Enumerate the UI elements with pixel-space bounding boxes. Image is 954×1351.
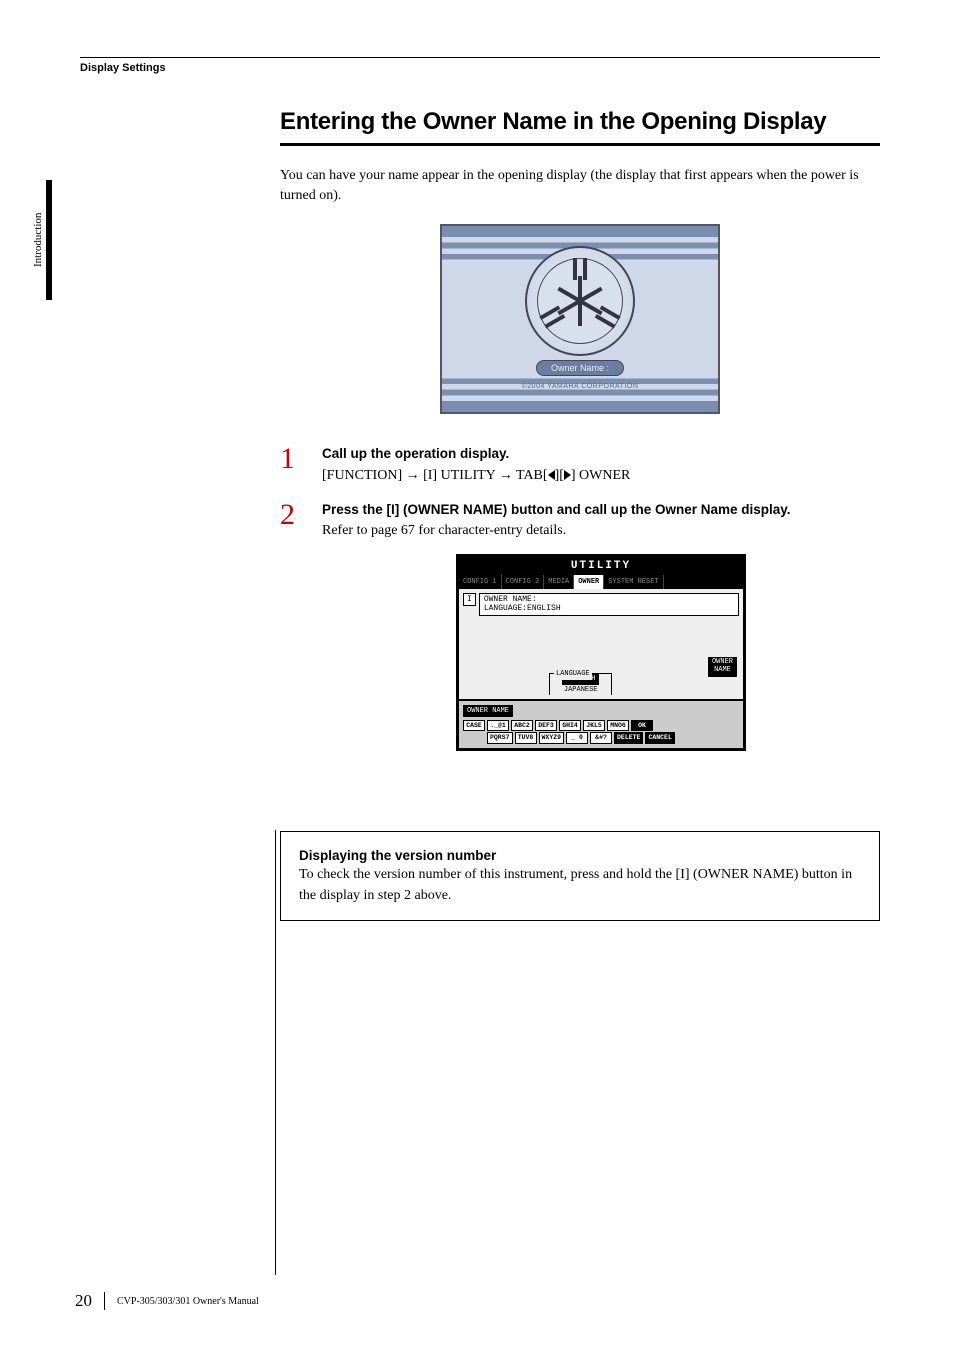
key-ok: OK bbox=[631, 720, 653, 731]
opening-display-figure: Owner Name : ©2004 YAMAHA CORPORATION bbox=[440, 224, 720, 414]
key: PQRS7 bbox=[487, 732, 513, 743]
step-2-body: Refer to page 67 for character-entry det… bbox=[322, 523, 566, 538]
note-title: Displaying the version number bbox=[299, 846, 861, 866]
side-tab-introduction: Introduction bbox=[27, 180, 49, 300]
key: ABC2 bbox=[511, 720, 533, 731]
utility-tab-active: OWNER bbox=[574, 575, 604, 589]
key-delete: DELETE bbox=[614, 732, 643, 743]
key: WXYZ9 bbox=[539, 732, 565, 743]
key: &#? bbox=[590, 732, 612, 743]
content-vertical-rule bbox=[275, 830, 276, 1275]
utility-screenshot: UTILITY CONFIG 1 CONFIG 2 MEDIA OWNER SY… bbox=[456, 554, 746, 751]
step-2-title: Press the [I] (OWNER NAME) button and ca… bbox=[322, 502, 791, 517]
keypad-row-2: PQRS7 TUV8 WXYZ9 _ 0 &#? DELETE CANCEL bbox=[463, 732, 739, 743]
utility-tab: CONFIG 1 bbox=[459, 575, 502, 589]
note-box: Displaying the version number To check t… bbox=[280, 831, 880, 921]
utility-title: UTILITY bbox=[459, 557, 743, 575]
utility-field: OWNER NAME: LANGUAGE:ENGLISH bbox=[479, 593, 739, 616]
footer-divider bbox=[104, 1292, 105, 1310]
triangle-right-icon bbox=[564, 470, 571, 480]
key-cancel: CANCEL bbox=[645, 732, 674, 743]
utility-tab: CONFIG 2 bbox=[502, 575, 545, 589]
step-number: 2 bbox=[280, 500, 322, 530]
key: MNO6 bbox=[607, 720, 629, 731]
owner-name-badge: Owner Name : bbox=[536, 360, 624, 376]
header-section-label: Display Settings bbox=[80, 62, 166, 74]
step-1-path: [FUNCTION] → [I] UTILITY → TAB[][] OWNER bbox=[322, 468, 630, 483]
keypad-row-1: CASE ._@1 ABC2 DEF3 GHI4 JKL5 MNO6 OK bbox=[463, 720, 739, 731]
utility-index: I bbox=[463, 593, 476, 607]
page-footer: 20 CVP-305/303/301 Owner's Manual bbox=[75, 1291, 259, 1311]
owner-name-footer-label: OWNER NAME bbox=[463, 705, 513, 717]
key: CASE bbox=[463, 720, 485, 731]
step-1-title: Call up the operation display. bbox=[322, 446, 509, 461]
utility-footer: OWNER NAME CASE ._@1 ABC2 DEF3 GHI4 JKL5… bbox=[459, 699, 743, 748]
triangle-left-icon bbox=[548, 470, 555, 480]
utility-tabs: CONFIG 1 CONFIG 2 MEDIA OWNER SYSTEM RES… bbox=[459, 575, 743, 589]
key: _ 0 bbox=[566, 732, 588, 743]
heading-underline bbox=[280, 143, 880, 146]
owner-name-button: OWNER NAME bbox=[708, 657, 737, 676]
yamaha-logo bbox=[525, 246, 635, 356]
step-1: 1 Call up the operation display. [FUNCTI… bbox=[280, 444, 880, 486]
step-2: 2 Press the [I] (OWNER NAME) button and … bbox=[280, 500, 880, 751]
header-rule bbox=[80, 57, 880, 58]
footer-manual-title: CVP-305/303/301 Owner's Manual bbox=[117, 1296, 259, 1307]
utility-body: I OWNER NAME: LANGUAGE:ENGLISH OWNER NAM… bbox=[459, 589, 743, 699]
utility-tab: SYSTEM RESET bbox=[604, 575, 663, 589]
note-body: To check the version number of this inst… bbox=[299, 865, 861, 906]
corporation-text: ©2004 YAMAHA CORPORATION bbox=[442, 383, 718, 390]
main-content: Entering the Owner Name in the Opening D… bbox=[280, 108, 880, 921]
page-number: 20 bbox=[75, 1291, 92, 1311]
key: DEF3 bbox=[535, 720, 557, 731]
key: ._@1 bbox=[487, 720, 509, 731]
side-tab-label: Introduction bbox=[32, 213, 44, 267]
page-heading: Entering the Owner Name in the Opening D… bbox=[280, 108, 880, 137]
key: TUV8 bbox=[515, 732, 537, 743]
language-box: LANGUAGE ENGLISH JAPANESE bbox=[549, 673, 612, 694]
key: JKL5 bbox=[583, 720, 605, 731]
intro-paragraph: You can have your name appear in the ope… bbox=[280, 166, 880, 207]
step-number: 1 bbox=[280, 444, 322, 474]
utility-tab: MEDIA bbox=[544, 575, 574, 589]
key: GHI4 bbox=[559, 720, 581, 731]
